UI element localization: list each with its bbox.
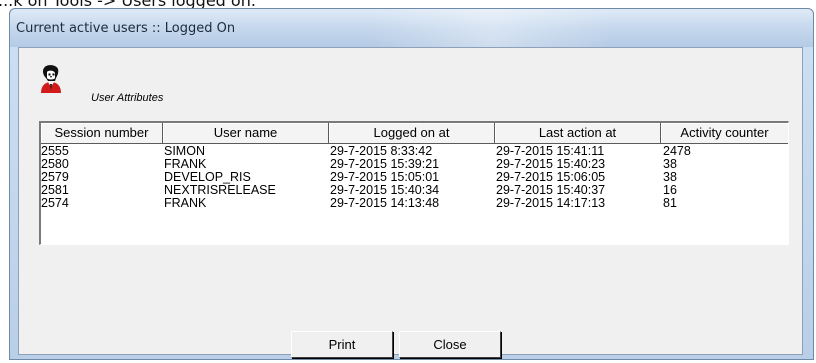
users-list[interactable]: Session number User name Logged on at La… — [39, 121, 789, 245]
cell-activity-counter: 81 — [663, 196, 677, 210]
column-header-last-action-at[interactable]: Last action at — [495, 123, 661, 144]
print-button[interactable]: Print — [291, 331, 393, 358]
column-header-activity-counter[interactable]: Activity counter — [661, 123, 788, 144]
column-header-session-number[interactable]: Session number — [41, 123, 163, 144]
column-header-user-name[interactable]: User name — [163, 123, 329, 144]
user-attributes-label: User Attributes — [91, 92, 164, 104]
dialog-client-area: User Attributes Session number User name… — [18, 47, 803, 358]
close-button[interactable]: Close — [399, 331, 501, 358]
user-attributes-icon — [35, 63, 67, 95]
cell-logged-on-at: 29-7-2015 14:13:48 — [330, 196, 440, 210]
table-row[interactable]: 2574 FRANK 29-7-2015 14:13:48 29-7-2015 … — [41, 196, 788, 210]
users-list-header: Session number User name Logged on at La… — [41, 123, 788, 145]
logged-on-users-window: Current active users :: Logged On User A… — [9, 8, 814, 360]
window-title: Current active users :: Logged On — [16, 21, 236, 36]
cell-session-number: 2574 — [41, 196, 69, 210]
column-header-logged-on-at[interactable]: Logged on at — [329, 123, 495, 144]
title-bar[interactable]: Current active users :: Logged On — [10, 9, 813, 47]
cell-last-action-at: 29-7-2015 14:17:13 — [496, 196, 606, 210]
screenshot-stage: ...k on Tools -> Users logged on. Curren… — [0, 0, 816, 363]
cell-user-name: FRANK — [164, 196, 207, 210]
